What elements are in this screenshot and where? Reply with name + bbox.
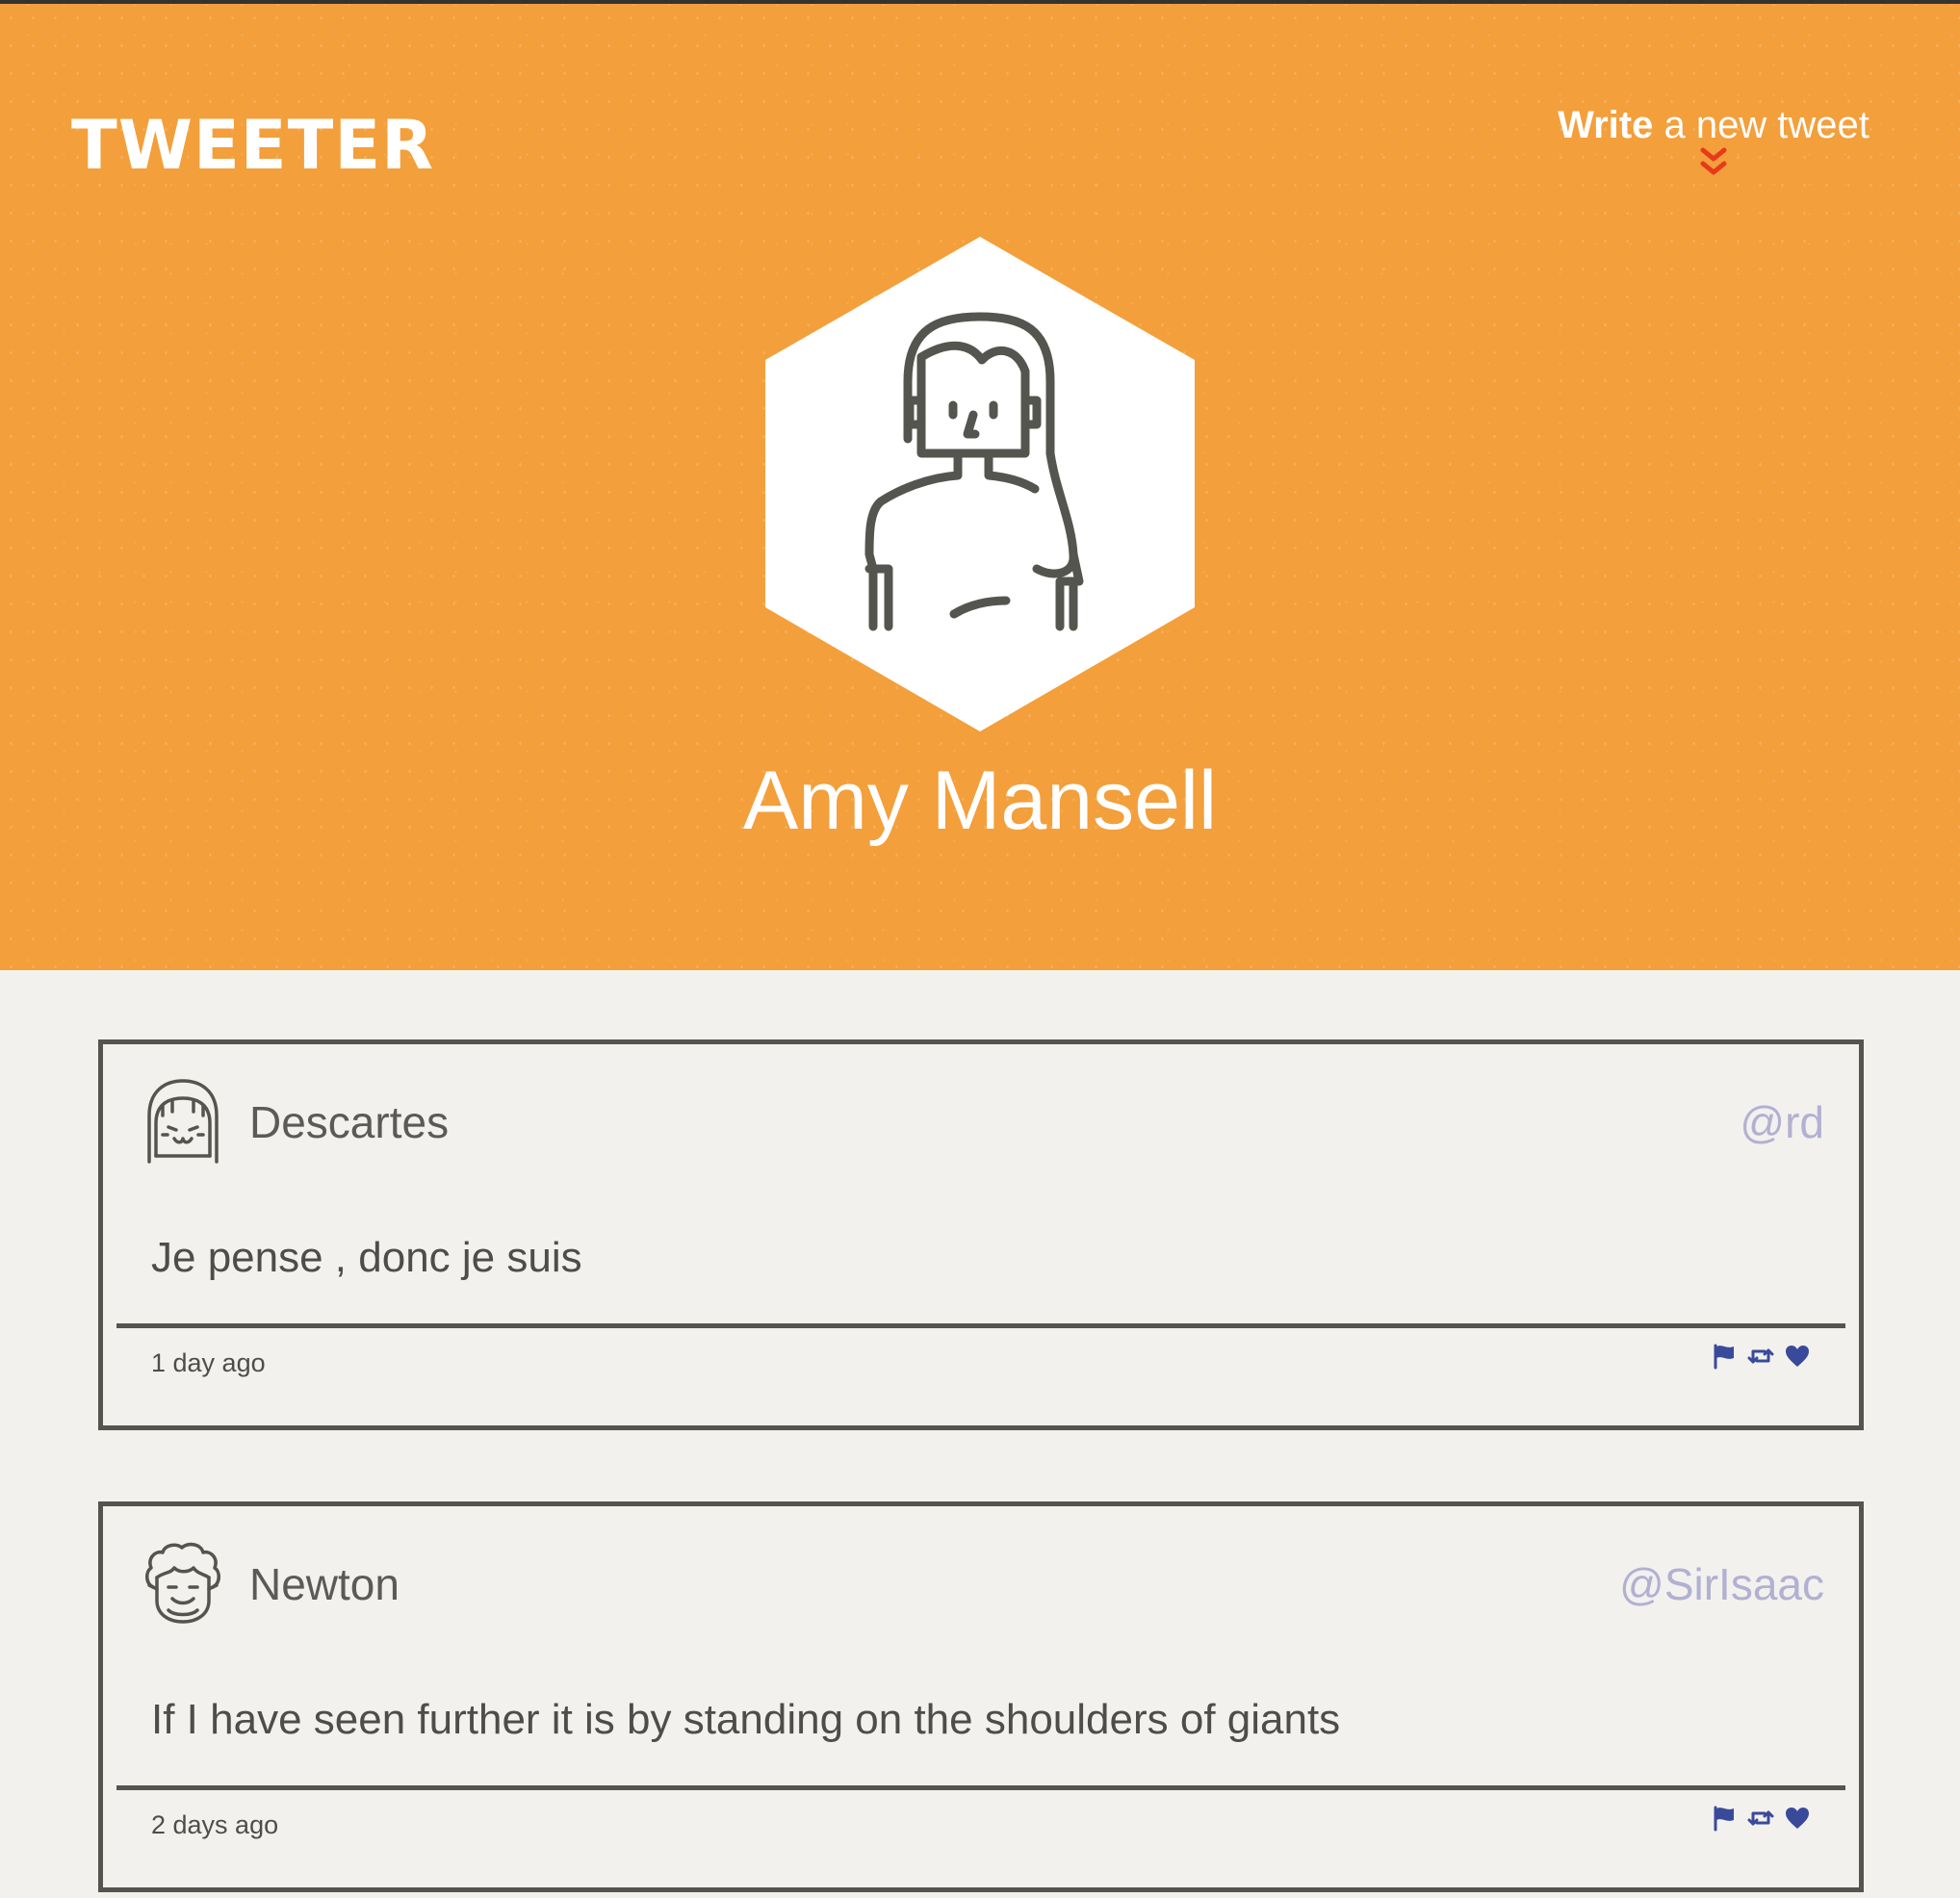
compose-label-rest: a new tweet [1653,104,1870,146]
tweet-author-name[interactable]: Descartes [249,1100,449,1144]
tweet-divider [116,1323,1845,1328]
retweet-icon[interactable] [1747,1343,1774,1370]
profile-avatar [765,237,1195,731]
tweet-timestamp: 1 day ago [151,1348,266,1377]
curly-hair-face-avatar-icon [145,1542,220,1624]
tweet-actions [1711,1343,1811,1370]
profile-header: TWEETER Write a new tweet Amy Mansell [0,4,1960,970]
woman-avatar-icon [765,237,1195,731]
double-chevron-down-icon[interactable] [1696,146,1731,181]
heart-icon[interactable] [1784,1343,1811,1370]
tweet-text: Je pense , donc je suis [151,1234,582,1281]
tweet-author-handle[interactable]: @rd [1740,1100,1824,1144]
retweet-icon[interactable] [1747,1805,1774,1832]
app-logo[interactable]: TWEETER [71,112,434,179]
tweet-text: If I have seen further it is by standing… [151,1696,1341,1743]
compose-label-bold: Write [1558,104,1654,146]
tweet-author-name[interactable]: Newton [249,1562,400,1606]
tweet-card: Newton @SirIsaac If I have seen further … [98,1501,1864,1892]
tweet-timestamp: 2 days ago [151,1810,279,1839]
flag-icon[interactable] [1711,1343,1738,1370]
write-new-tweet-button[interactable]: Write a new tweet [1521,106,1906,181]
tweet-actions [1711,1805,1811,1832]
tweet-author-handle[interactable]: @SirIsaac [1619,1562,1824,1606]
tweet-divider [116,1785,1845,1790]
girl-face-avatar-icon [147,1079,219,1164]
flag-icon[interactable] [1711,1805,1738,1832]
profile-name: Amy Mansell [742,755,1218,847]
compose-label: Write a new tweet [1558,104,1870,146]
heart-icon[interactable] [1784,1805,1811,1832]
tweet-feed: Descartes @rd Je pense , donc je suis 1 … [0,970,1960,1898]
tweet-card: Descartes @rd Je pense , donc je suis 1 … [98,1039,1864,1430]
